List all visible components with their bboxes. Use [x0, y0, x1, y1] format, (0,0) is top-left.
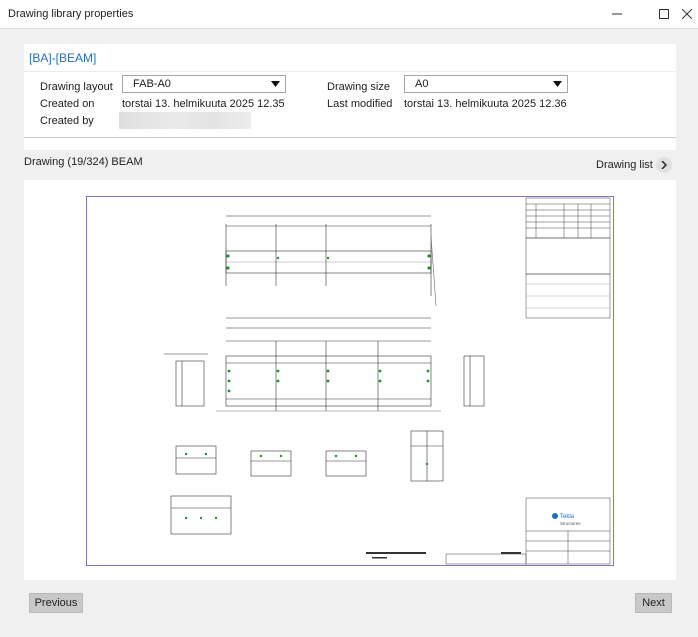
close-button[interactable] [674, 2, 698, 26]
minimize-button[interactable] [604, 2, 630, 26]
created-by-label: Created by [40, 115, 94, 127]
previous-button[interactable]: Previous [29, 593, 83, 613]
created-by-value-redacted [119, 112, 251, 129]
tekla-logo-subtitle: Structures [560, 521, 581, 526]
library-item-name: [BA]-[BEAM] [29, 51, 97, 65]
next-button-label: Next [642, 597, 665, 609]
header-divider [24, 71, 676, 72]
drawing-counter: Drawing (19/324) BEAM [24, 156, 143, 168]
drawing-thumbnail: Tekla Structures [86, 196, 614, 566]
last-modified-value: torstai 13. helmikuuta 2025 12.36 [404, 98, 567, 110]
properties-panel: [BA]-[BEAM] Drawing layout FAB-A0 Drawin… [24, 44, 676, 150]
drawing-list-link[interactable]: Drawing list [596, 159, 653, 171]
close-icon [682, 9, 692, 19]
window-title: Drawing library properties [8, 8, 134, 20]
next-button[interactable]: Next [635, 593, 672, 613]
previous-button-label: Previous [34, 597, 78, 609]
chevron-down-icon [271, 81, 280, 87]
drawing-size-label: Drawing size [327, 81, 390, 93]
chevron-down-icon [553, 81, 562, 87]
drawing-size-value: A0 [415, 78, 429, 90]
minimize-icon [612, 13, 622, 15]
drawing-size-select[interactable]: A0 [404, 75, 568, 93]
maximize-icon [659, 9, 669, 19]
chevron-right-icon [661, 161, 667, 169]
drawing-list-button[interactable] [656, 157, 672, 173]
created-on-value: torstai 13. helmikuuta 2025 12.35 [122, 98, 285, 110]
header-bottom-divider [24, 137, 676, 138]
drawing-layout-select[interactable]: FAB-A0 [122, 75, 286, 93]
title-bar: Drawing library properties [0, 0, 698, 29]
last-modified-label: Last modified [327, 98, 393, 110]
created-on-label: Created on [40, 98, 95, 110]
drawing-layout-label: Drawing layout [40, 81, 113, 93]
drawing-layout-value: FAB-A0 [133, 78, 171, 90]
drawing-preview: Tekla Structures [24, 180, 676, 580]
tekla-logo-text: Tekla [560, 514, 575, 520]
